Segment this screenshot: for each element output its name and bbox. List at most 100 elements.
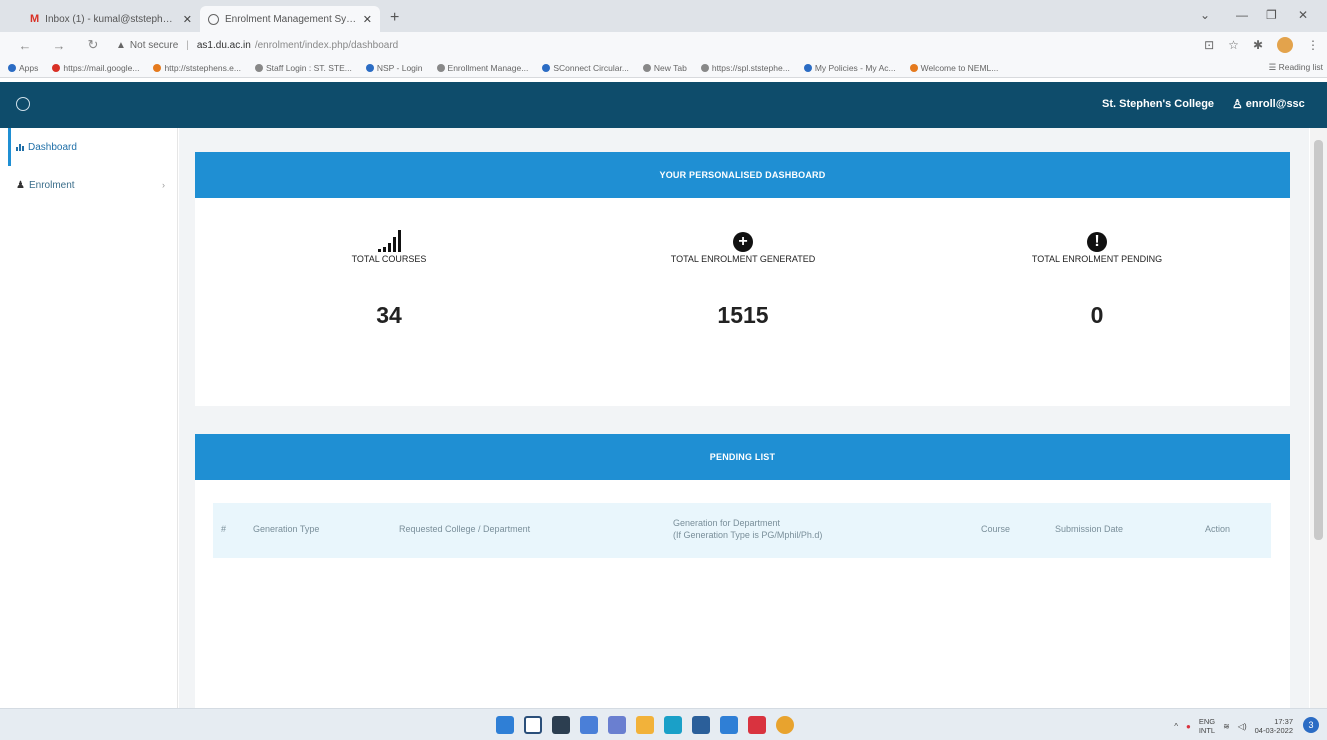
search-icon[interactable] [524, 716, 542, 734]
globe-icon [208, 13, 219, 25]
volume-icon[interactable]: ◁) [1238, 722, 1247, 731]
antivirus-tray-icon[interactable]: ● [1186, 722, 1191, 731]
antivirus-icon[interactable] [748, 716, 766, 734]
gmail-icon [52, 63, 61, 72]
task-view-icon[interactable] [552, 716, 570, 734]
bookmark-item[interactable]: New Tab [642, 63, 687, 73]
person-icon: ♟ [16, 179, 25, 191]
bookmark-item[interactable]: Welcome to NEML... [909, 63, 998, 73]
pending-banner: PENDING LIST [195, 434, 1290, 480]
file-explorer-icon[interactable] [636, 716, 654, 734]
bookmark-item[interactable]: Enrollment Manage... [436, 63, 528, 73]
extensions-icon[interactable]: ✱ [1253, 38, 1263, 52]
bookmark-icon [803, 63, 812, 72]
windows-start-icon[interactable] [496, 716, 514, 734]
bookmark-item[interactable]: https://spl.ststephe... [700, 63, 790, 73]
plus-circle-icon: + [733, 232, 753, 252]
dashboard-card: YOUR PERSONALISED DASHBOARD TOTAL COURSE… [195, 152, 1290, 406]
bookmark-item[interactable]: Staff Login : ST. STE... [255, 63, 352, 73]
browser-tab-bar: M Inbox (1) - kumal@ststephens.ac ✕ Enro… [0, 0, 1327, 32]
profile-avatar[interactable] [1277, 37, 1293, 53]
url-field[interactable]: ▲ Not secure | as1.du.ac.in/enrolment/in… [116, 40, 398, 51]
column-header-action[interactable]: Action [1205, 524, 1230, 534]
column-header-requested-college[interactable]: Requested College / Department [399, 524, 530, 534]
column-header-generation-department[interactable]: Generation for Department (If Generation … [673, 517, 822, 541]
taskbar: ^ ● ENG INTL ≋ ◁) 17:37 04-03-2022 3 [0, 708, 1327, 740]
security-status: Not secure [129, 39, 179, 51]
chevron-right-icon: › [162, 180, 165, 190]
bookmark-item[interactable]: https://mail.google... [52, 63, 139, 73]
app-header: St. Stephen's College ♙ enroll@ssc [0, 82, 1327, 128]
wifi-icon[interactable]: ≋ [1223, 722, 1230, 731]
back-icon[interactable]: ← [16, 38, 34, 53]
sidebar-item-label: Enrolment [28, 179, 75, 191]
stat-value: 0 [1090, 302, 1104, 328]
column-header-generation-type[interactable]: Generation Type [253, 524, 319, 534]
new-tab-icon[interactable]: + [390, 9, 399, 27]
close-icon[interactable]: ✕ [363, 13, 372, 26]
apps-icon [8, 63, 16, 72]
window-close-icon[interactable]: ✕ [1298, 8, 1308, 22]
sidebar-item-dashboard[interactable]: Dashboard [8, 128, 177, 166]
reading-list[interactable]: ☰ Reading list [1269, 62, 1323, 73]
address-actions: ⊡ ☆ ✱ ⋮ [1204, 37, 1319, 53]
scroll-thumb[interactable] [1314, 140, 1323, 540]
stat-value: 34 [376, 302, 402, 328]
reload-icon[interactable]: ↻ [84, 37, 102, 53]
bookmark-item[interactable]: Apps [8, 63, 38, 73]
stat-label: TOTAL COURSES [351, 254, 427, 264]
language-indicator[interactable]: ENG INTL [1199, 717, 1215, 735]
column-header-submission-date[interactable]: Submission Date [1055, 524, 1123, 534]
user-menu[interactable]: ♙ enroll@ssc [1232, 97, 1305, 111]
store-icon[interactable] [692, 716, 710, 734]
page-scrollbar[interactable] [1310, 128, 1327, 708]
forward-icon[interactable]: → [50, 38, 68, 53]
chevron-down-icon[interactable]: ⌄ [1200, 8, 1210, 22]
app-logo-icon[interactable] [16, 97, 30, 111]
notification-badge[interactable]: 3 [1303, 717, 1319, 733]
close-icon[interactable]: ✕ [183, 13, 192, 26]
gmail-icon: M [30, 13, 40, 25]
main-content: YOUR PERSONALISED DASHBOARD TOTAL COURSE… [179, 128, 1309, 708]
tab-enrolment[interactable]: Enrolment Management System ✕ [200, 6, 380, 32]
bookmark-item[interactable]: NSP - Login [365, 63, 423, 73]
user-name: enroll@ssc [1245, 98, 1305, 110]
user-icon: ♙ [1232, 97, 1243, 111]
stat-label: TOTAL ENROLMENT PENDING [1031, 254, 1163, 264]
stat-enrolment-generated: + TOTAL ENROLMENT GENERATED 1515 [593, 222, 893, 329]
chat-icon[interactable] [608, 716, 626, 734]
clock[interactable]: 17:37 04-03-2022 [1255, 717, 1293, 735]
tab-gmail[interactable]: M Inbox (1) - kumal@ststephens.ac ✕ [22, 6, 200, 32]
sidebar: Dashboard ♟ Enrolment › [8, 128, 178, 708]
address-bar: ← → ↻ ▲ Not secure | as1.du.ac.in/enrolm… [0, 32, 1327, 58]
column-header-course[interactable]: Course [981, 524, 1010, 534]
bookmark-icon [153, 63, 162, 72]
chart-icon [16, 143, 24, 151]
mail-icon[interactable] [720, 716, 738, 734]
bookmarks-bar: Apps https://mail.google... http://stste… [0, 58, 1327, 78]
warning-icon: ▲ [116, 39, 126, 51]
sidebar-item-enrolment[interactable]: ♟ Enrolment › [8, 166, 177, 204]
globe-icon [700, 63, 709, 72]
maximize-icon[interactable]: ❐ [1266, 8, 1277, 22]
sidebar-item-label: Dashboard [28, 141, 77, 153]
widgets-icon[interactable] [580, 716, 598, 734]
bookmark-icon [542, 63, 551, 72]
signal-bars-icon [377, 230, 401, 252]
edge-icon[interactable] [664, 716, 682, 734]
share-icon[interactable]: ⊡ [1204, 38, 1214, 52]
bookmark-item[interactable]: My Policies - My Ac... [803, 63, 896, 73]
menu-icon[interactable]: ⋮ [1307, 38, 1319, 52]
exclamation-circle-icon: ! [1087, 232, 1107, 252]
minimize-icon[interactable]: — [1236, 8, 1248, 22]
url-divider: | [186, 39, 189, 51]
stat-value: 1515 [717, 302, 769, 328]
bookmark-item[interactable]: http://ststephens.e... [153, 63, 241, 73]
chrome-icon[interactable] [776, 716, 794, 734]
bookmark-item[interactable]: SConnect Circular... [542, 63, 629, 73]
chevron-up-icon[interactable]: ^ [1174, 722, 1178, 731]
column-header-number[interactable]: # [221, 524, 226, 534]
system-tray: ^ ● ENG INTL ≋ ◁) 17:37 04-03-2022 [1174, 717, 1293, 735]
star-icon[interactable]: ☆ [1228, 38, 1239, 52]
dashboard-banner: YOUR PERSONALISED DASHBOARD [195, 152, 1290, 198]
